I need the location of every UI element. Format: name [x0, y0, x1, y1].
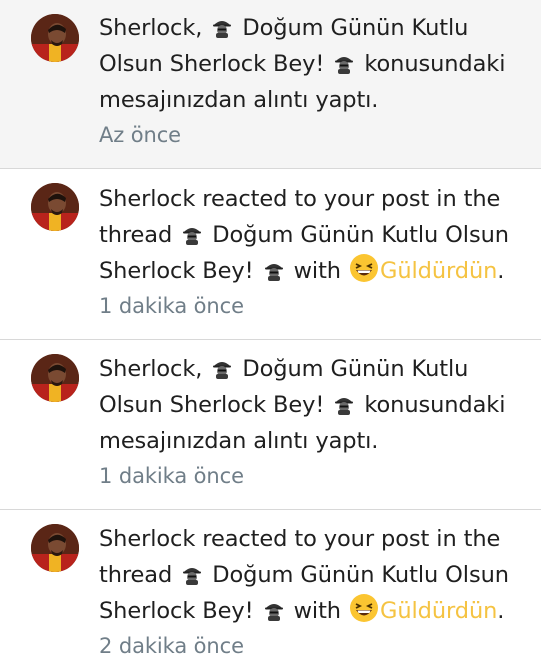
- notification-list: Sherlock, Doğum Günün Kutlu Olsun Sherlo…: [0, 0, 541, 664]
- text-segment: Doğum Günün Kutlu: [235, 356, 469, 382]
- avatar[interactable]: [31, 524, 79, 572]
- avatar[interactable]: [31, 354, 79, 402]
- avatar-image: [31, 354, 79, 402]
- text-segment: mesajınızdan alıntı yaptı.: [99, 87, 379, 113]
- avatar[interactable]: [31, 14, 79, 62]
- detective-emoji-icon: [333, 393, 355, 415]
- text-segment: konusundaki: [357, 51, 506, 77]
- notification-text: Sherlock, Doğum Günün Kutlu Olsun Sherlo…: [99, 351, 529, 493]
- text-segment: Sherlock reacted to your post in the: [99, 186, 501, 212]
- text-segment: Sherlock,: [99, 356, 210, 382]
- detective-emoji-icon: [263, 599, 285, 621]
- grinning-squinting-face-icon: [349, 593, 379, 623]
- detective-emoji-icon: [181, 223, 203, 245]
- text-segment: thread: [99, 562, 180, 588]
- timestamp: Az önce: [99, 123, 181, 147]
- text-segment: Sherlock reacted to your post in the: [99, 526, 501, 552]
- text-segment: Olsun Sherlock Bey!: [99, 392, 332, 418]
- text-segment: with: [286, 598, 349, 624]
- text-segment: Doğum Günün Kutlu Olsun: [205, 562, 509, 588]
- notification-text: Sherlock reacted to your post in the thr…: [99, 521, 529, 663]
- notification-item[interactable]: Sherlock, Doğum Günün Kutlu Olsun Sherlo…: [0, 339, 541, 509]
- text-segment: Doğum Günün Kutlu: [235, 15, 469, 41]
- text-segment: konusundaki: [357, 392, 506, 418]
- text-segment: Sherlock Bey!: [99, 598, 261, 624]
- text-segment: Sherlock Bey!: [99, 258, 261, 284]
- text-segment: mesajınızdan alıntı yaptı.: [99, 428, 379, 454]
- detective-emoji-icon: [333, 52, 355, 74]
- notification-text: Sherlock, Doğum Günün Kutlu Olsun Sherlo…: [99, 10, 529, 152]
- notification-item[interactable]: Sherlock, Doğum Günün Kutlu Olsun Sherlo…: [0, 0, 541, 168]
- timestamp: 2 dakika önce: [99, 634, 244, 658]
- avatar-image: [31, 14, 79, 62]
- detective-emoji-icon: [263, 259, 285, 281]
- text-segment: Doğum Günün Kutlu Olsun: [205, 222, 509, 248]
- notification-item[interactable]: Sherlock reacted to your post in the thr…: [0, 168, 541, 339]
- detective-emoji-icon: [211, 357, 233, 379]
- text-segment: Olsun Sherlock Bey!: [99, 51, 332, 77]
- text-segment: thread: [99, 222, 180, 248]
- notification-text: Sherlock reacted to your post in the thr…: [99, 181, 529, 323]
- detective-emoji-icon: [181, 563, 203, 585]
- avatar-image: [31, 183, 79, 231]
- reaction-link[interactable]: Güldürdün: [380, 598, 497, 624]
- grinning-squinting-face-icon: [349, 253, 379, 283]
- text-segment: Sherlock,: [99, 15, 210, 41]
- timestamp: 1 dakika önce: [99, 294, 244, 318]
- avatar-image: [31, 524, 79, 572]
- avatar[interactable]: [31, 183, 79, 231]
- text-segment: with: [286, 258, 349, 284]
- detective-emoji-icon: [211, 16, 233, 38]
- timestamp: 1 dakika önce: [99, 464, 244, 488]
- text-segment: .: [497, 258, 505, 284]
- text-segment: .: [497, 598, 505, 624]
- reaction-link[interactable]: Güldürdün: [380, 258, 497, 284]
- notification-item[interactable]: Sherlock reacted to your post in the thr…: [0, 509, 541, 664]
